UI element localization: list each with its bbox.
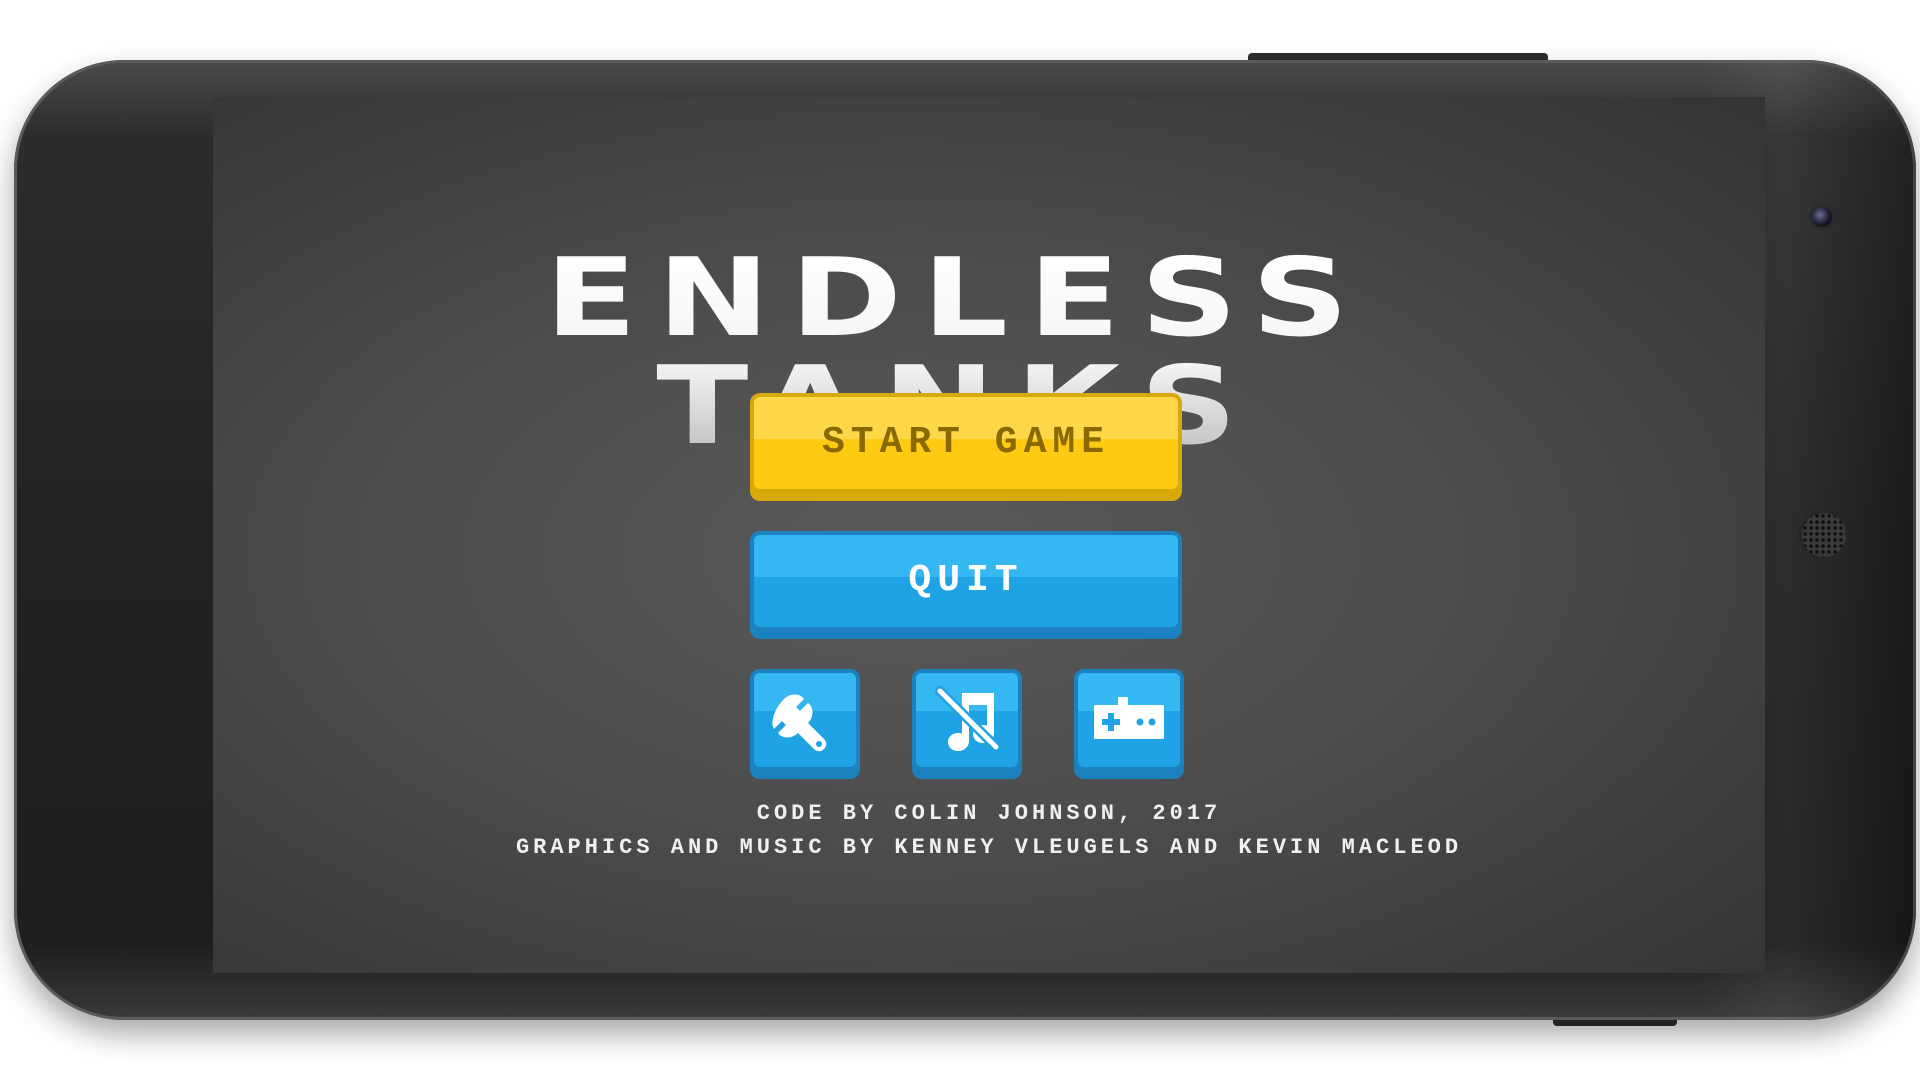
credits-code: CODE BY COLIN JOHNSON, 2017 xyxy=(756,801,1222,826)
quit-button[interactable]: QUIT xyxy=(750,531,1182,639)
phone-speaker xyxy=(1802,513,1846,557)
quit-label: QUIT xyxy=(908,559,1024,602)
page: ENDLESS TANKS START GAME QUIT xyxy=(0,0,1920,1080)
start-game-button[interactable]: START GAME xyxy=(750,393,1182,501)
credits-graphics-music: GRAPHICS AND MUSIC BY KENNEY VLEUGELS AN… xyxy=(515,835,1463,860)
front-camera xyxy=(1812,207,1832,227)
controls-button[interactable] xyxy=(1074,669,1184,779)
music-muted-icon xyxy=(935,686,1001,752)
game-screen: ENDLESS TANKS START GAME QUIT xyxy=(213,97,1765,973)
start-game-label: START GAME xyxy=(821,421,1111,464)
music-toggle-button[interactable] xyxy=(912,669,1022,779)
wrench-icon xyxy=(772,694,827,752)
settings-button[interactable] xyxy=(750,669,860,779)
phone-sensor xyxy=(1820,835,1834,849)
gamepad-icon xyxy=(1094,697,1164,739)
phone-sensor-small xyxy=(1822,866,1832,876)
